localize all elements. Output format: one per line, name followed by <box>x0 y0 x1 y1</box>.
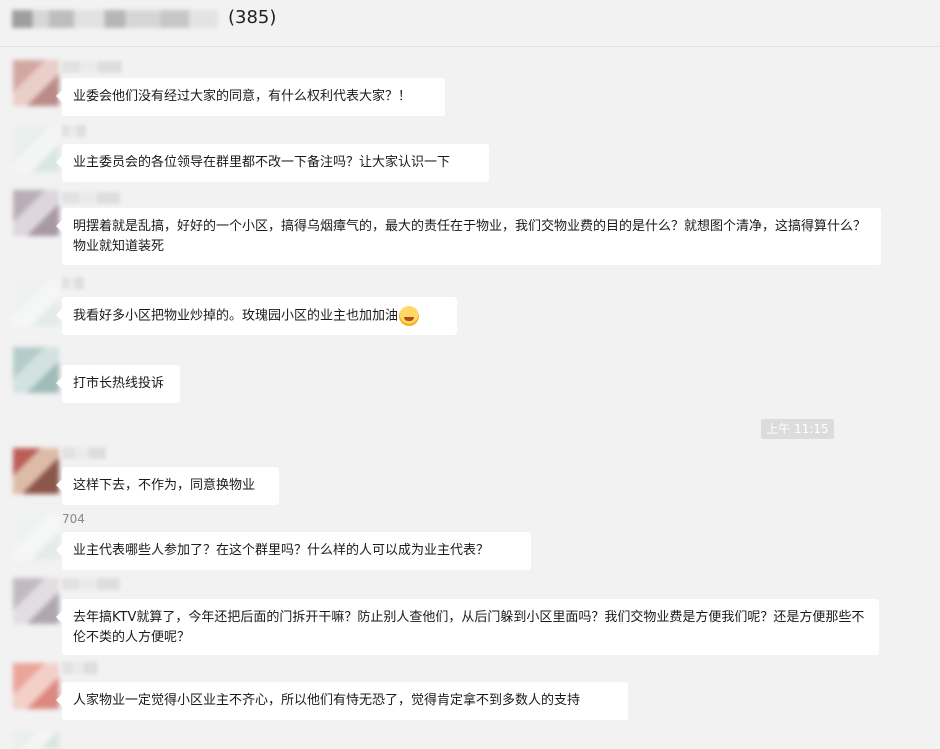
avatar[interactable] <box>13 347 59 393</box>
sender-name-blurred <box>62 447 106 459</box>
avatar[interactable] <box>13 280 59 326</box>
sender-name-blurred <box>62 578 120 590</box>
message-bubble[interactable]: 人家物业一定觉得小区业主不齐心，所以他们有恃无恐了，觉得肯定拿不到多数人的支持 <box>56 682 628 720</box>
sender-name-blurred <box>62 192 120 204</box>
message-bubble[interactable]: 业主代表哪些人参加了？在这个群里吗？什么样的人可以成为业主代表？ <box>56 532 531 570</box>
message-bubble[interactable]: 业主委员会的各位领导在群里都不改一下备注吗？让大家认识一下 <box>56 144 489 182</box>
avatar[interactable] <box>13 578 59 624</box>
sender-name-blurred <box>62 61 122 73</box>
member-count: (385) <box>228 7 277 28</box>
avatar[interactable] <box>13 60 59 106</box>
message-bubble[interactable]: 打市长热线投诉 <box>56 365 180 403</box>
message-bubble[interactable]: 明摆着就是乱搞，好好的一个小区，搞得乌烟瘴气的，最大的责任在于物业，我们交物业费… <box>56 208 881 265</box>
sender-name-blurred <box>62 125 86 137</box>
message-bubble[interactable]: 我看好多小区把物业炒掉的。玫瑰园小区的业主也加加油 <box>56 297 457 335</box>
message-bubble[interactable]: 业委会他们没有经过大家的同意，有什么权利代表大家？！ <box>56 78 445 116</box>
message-text: 打市长热线投诉 <box>73 376 165 391</box>
message-text: 这样下去，不作为，同意换物业 <box>73 478 256 493</box>
message-text: 业主委员会的各位领导在群里都不改一下备注吗？让大家认识一下 <box>73 155 451 170</box>
sender-name: 704 <box>62 512 85 526</box>
message-text: 人家物业一定觉得小区业主不齐心，所以他们有恃无恐了，觉得肯定拿不到多数人的支持 <box>73 693 581 708</box>
avatar[interactable] <box>13 663 59 709</box>
message-text: 业委会他们没有经过大家的同意，有什么权利代表大家？！ <box>73 89 412 104</box>
avatar[interactable] <box>13 190 59 236</box>
avatar[interactable] <box>13 448 59 494</box>
message-text: 明摆着就是乱搞，好好的一个小区，搞得乌烟瘴气的，最大的责任在于物业，我们交物业费… <box>73 219 867 254</box>
sender-name-blurred <box>62 662 98 674</box>
message-text: 我看好多小区把物业炒掉的。玫瑰园小区的业主也加加油 <box>73 308 399 324</box>
avatar[interactable] <box>13 514 59 560</box>
grin-emoji-icon <box>399 306 420 326</box>
chat-title-bar: (385) <box>0 0 940 47</box>
message-bubble[interactable]: 去年搞KTV就算了，今年还把后面的门拆开干嘛？防止别人查他们，从后门躲到小区里面… <box>56 599 879 655</box>
message-text: 业主代表哪些人参加了？在这个群里吗？什么样的人可以成为业主代表？ <box>73 543 490 558</box>
time-divider: 上午 11:15 <box>761 419 834 439</box>
avatar[interactable] <box>13 126 59 172</box>
group-name-blurred <box>12 10 218 28</box>
avatar[interactable] <box>13 731 59 749</box>
sender-name-blurred <box>62 277 84 289</box>
message-text: 去年搞KTV就算了，今年还把后面的门拆开干嘛？防止别人查他们，从后门躲到小区里面… <box>73 610 865 645</box>
message-bubble[interactable]: 这样下去，不作为，同意换物业 <box>56 467 279 505</box>
